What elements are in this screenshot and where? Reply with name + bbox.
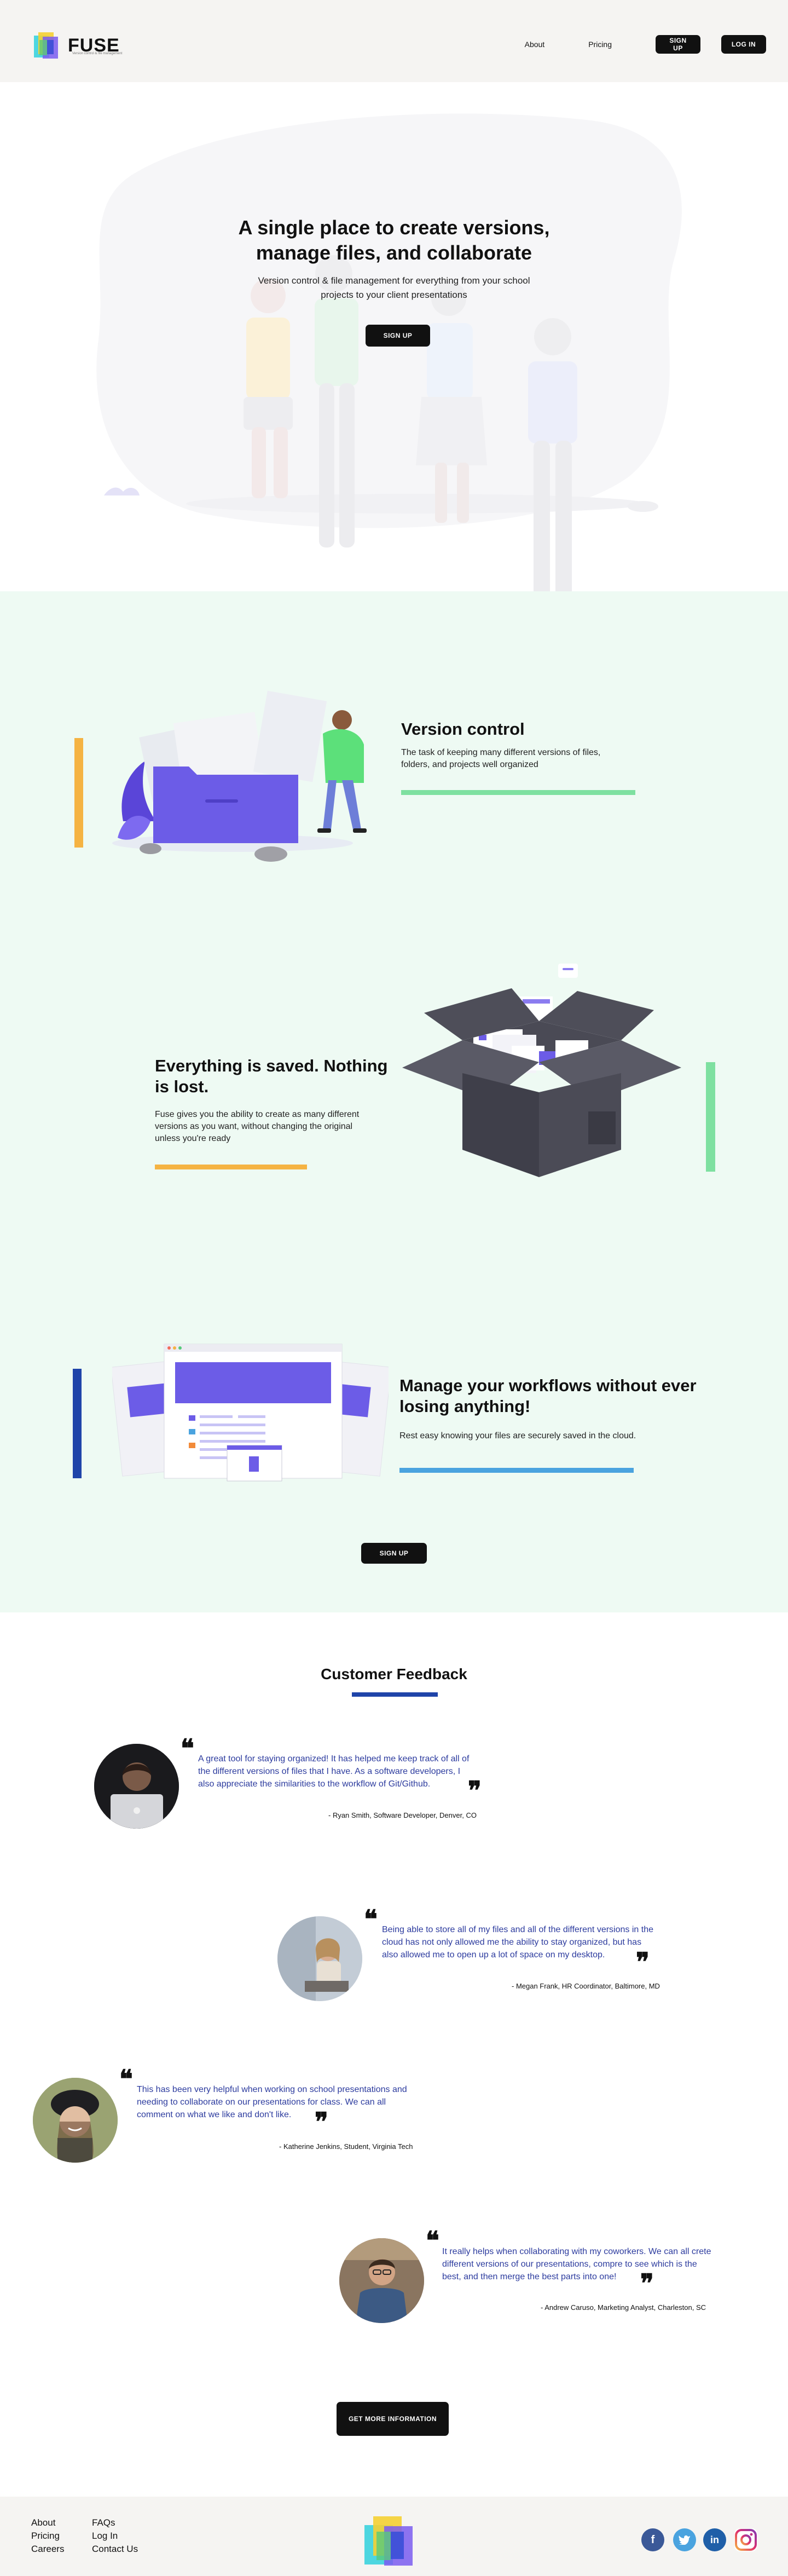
testimonial-quote: A great tool for staying organized! It h… <box>198 1753 469 1790</box>
logo-mark-icon <box>34 32 58 59</box>
site-footer: About Pricing Careers FAQs Log In Contac… <box>0 2497 788 2576</box>
testimonial-quote: It really helps when collaborating with … <box>442 2245 711 2283</box>
hero-subtitle: Version control & file management for ev… <box>0 274 788 302</box>
twitter-bird-icon <box>679 2535 690 2545</box>
hero-title: A single place to create versions, manag… <box>0 215 788 266</box>
testimonial-author: - Katherine Jenkins, Student, Virginia T… <box>279 2142 413 2151</box>
footer-contact-link[interactable]: Contact Us <box>92 2544 138 2555</box>
feature-manage-workflows-title: Manage your workflows without ever losin… <box>399 1375 697 1417</box>
avatar <box>94 1744 179 1829</box>
features-section: Version control The task of keeping many… <box>0 591 788 1612</box>
hero-subtitle-line2: projects to your client presentations <box>321 290 467 300</box>
testimonial-4-line1: It really helps when collaborating with … <box>442 2247 711 2256</box>
open-quote-icon: ❝ <box>119 2064 133 2094</box>
feature-everything-saved-title-line2: is lost. <box>155 1077 209 1096</box>
testimonial-quote: Being able to store all of my files and … <box>382 1923 653 1961</box>
feature-everything-saved-title-line1: Everything is saved. Nothing <box>155 1056 388 1075</box>
feature-manage-workflows-side-bar <box>73 1369 82 1478</box>
instagram-camera-icon <box>735 2529 757 2551</box>
feature-manage-workflows-desc: Rest easy knowing your files are securel… <box>399 1431 636 1440</box>
testimonial-quote: This has been very helpful when working … <box>137 2083 407 2121</box>
close-quote-icon: ❞ <box>468 1776 482 1805</box>
open-quote-icon: ❝ <box>364 1904 378 1934</box>
open-quote-icon: ❝ <box>181 1733 194 1763</box>
feature-manage-workflows-title-line1: Manage your workflows without ever <box>399 1376 697 1395</box>
avatar-photo-icon <box>277 1916 362 2001</box>
site-header: FUSE Version control & file management A… <box>0 0 788 82</box>
feature-version-control-desc-line2: folders, and projects well organized <box>401 760 538 769</box>
customer-feedback-section: Customer Feedback ❝ A great tool for sta… <box>0 1612 788 2497</box>
close-quote-icon: ❞ <box>636 1947 650 1976</box>
avatar-photo-icon <box>33 2078 118 2163</box>
logo-mark-icon <box>364 2516 413 2566</box>
features-signup-button[interactable]: SIGN UP <box>361 1543 427 1564</box>
avatar <box>33 2078 118 2163</box>
brand-tagline: Version control & file management <box>72 52 123 55</box>
open-box-illustration <box>402 964 681 1177</box>
footer-pricing-link[interactable]: Pricing <box>31 2531 60 2542</box>
main-nav: About Pricing SIGN UP LOG IN <box>525 35 766 54</box>
feature-everything-saved-desc-line1: Fuse gives you the ability to create as … <box>155 1110 360 1119</box>
feature-everything-saved-side-bar <box>706 1062 715 1172</box>
feature-version-control-desc: The task of keeping many different versi… <box>401 747 600 771</box>
feature-version-control-side-bar <box>74 738 83 848</box>
testimonial-3-line2: needing to collaborate on our presentati… <box>137 2097 386 2107</box>
testimonial-3-line1: This has been very helpful when working … <box>137 2085 407 2094</box>
testimonial-4-line3: best, and then merge the best parts into… <box>442 2272 617 2281</box>
avatar-photo-icon <box>339 2238 424 2323</box>
facebook-icon[interactable]: f <box>641 2528 664 2551</box>
footer-logo[interactable] <box>362 2513 422 2571</box>
testimonial-author: - Megan Frank, HR Coordinator, Baltimore… <box>512 1982 660 1990</box>
feedback-heading: Customer Feedback <box>321 1666 467 1682</box>
feature-everything-saved-desc: Fuse gives you the ability to create as … <box>155 1109 359 1145</box>
close-quote-icon: ❞ <box>315 2107 328 2136</box>
nav-pricing-link[interactable]: Pricing <box>588 40 612 49</box>
footer-faqs-link[interactable]: FAQs <box>92 2517 115 2528</box>
hero-title-line2: manage files, and collaborate <box>256 241 532 264</box>
testimonial-2-line3: also allowed me to open up a lot of spac… <box>382 1950 605 1960</box>
testimonial-2-line1: Being able to store all of my files and … <box>382 1925 653 1934</box>
feature-everything-saved-title: Everything is saved. Nothing is lost. <box>155 1056 387 1097</box>
hero-subtitle-line1: Version control & file management for ev… <box>258 275 530 286</box>
feature-version-control-title: Version control <box>401 719 525 739</box>
twitter-icon[interactable] <box>673 2528 696 2551</box>
testimonial-3-line3: comment on what we like and don't like. <box>137 2110 292 2119</box>
footer-about-link[interactable]: About <box>31 2517 55 2528</box>
hero-title-line1: A single place to create versions, <box>238 216 550 239</box>
footer-login-link[interactable]: Log In <box>92 2531 118 2542</box>
feature-everything-saved-desc-line2: versions as you want, without changing t… <box>155 1122 353 1131</box>
close-quote-icon: ❞ <box>640 2268 654 2298</box>
instagram-icon[interactable] <box>734 2528 757 2551</box>
hero-section: A single place to create versions, manag… <box>0 82 788 591</box>
feature-version-control-desc-line1: The task of keeping many different versi… <box>401 748 601 757</box>
workflow-windows-illustration <box>112 1344 389 1482</box>
feature-version-control-underline <box>401 790 635 795</box>
testimonial-author: - Andrew Caruso, Marketing Analyst, Char… <box>541 2303 706 2312</box>
avatar <box>339 2238 424 2323</box>
testimonial-1-line3: also appreciate the similarities to the … <box>198 1779 431 1789</box>
nav-about-link[interactable]: About <box>525 40 545 49</box>
feedback-heading-underline <box>352 1692 438 1697</box>
testimonial-author: - Ryan Smith, Software Developer, Denver… <box>328 1811 477 1819</box>
feature-everything-saved-underline <box>155 1165 307 1169</box>
footer-careers-link[interactable]: Careers <box>31 2544 64 2555</box>
testimonial-1-line2: the different versions of files that I h… <box>198 1767 461 1776</box>
feature-manage-workflows-underline <box>399 1468 634 1473</box>
avatar-photo-icon <box>94 1744 179 1829</box>
brand-logo[interactable]: FUSE Version control & file management <box>33 30 123 61</box>
linkedin-icon[interactable]: in <box>703 2528 726 2551</box>
get-more-information-button[interactable]: GET MORE INFORMATION <box>337 2402 449 2436</box>
hero-signup-button[interactable]: SIGN UP <box>366 325 430 347</box>
avatar <box>277 1916 362 2001</box>
feature-manage-workflows-title-line2: losing anything! <box>399 1397 531 1416</box>
open-quote-icon: ❝ <box>426 2226 439 2255</box>
testimonial-4: ❝ It really helps when collaborating wit… <box>0 1612 788 2323</box>
testimonial-1-line1: A great tool for staying organized! It h… <box>198 1754 470 1764</box>
nav-signup-button[interactable]: SIGN UP <box>656 35 700 54</box>
testimonial-2-line2: cloud has not only allowed me the abilit… <box>382 1938 642 1947</box>
nav-login-button[interactable]: LOG IN <box>721 35 766 54</box>
folder-person-illustration <box>112 690 367 862</box>
testimonial-4-line2: different versions of our presentations,… <box>442 2260 697 2269</box>
feature-everything-saved-desc-line3: unless you're ready <box>155 1134 231 1143</box>
